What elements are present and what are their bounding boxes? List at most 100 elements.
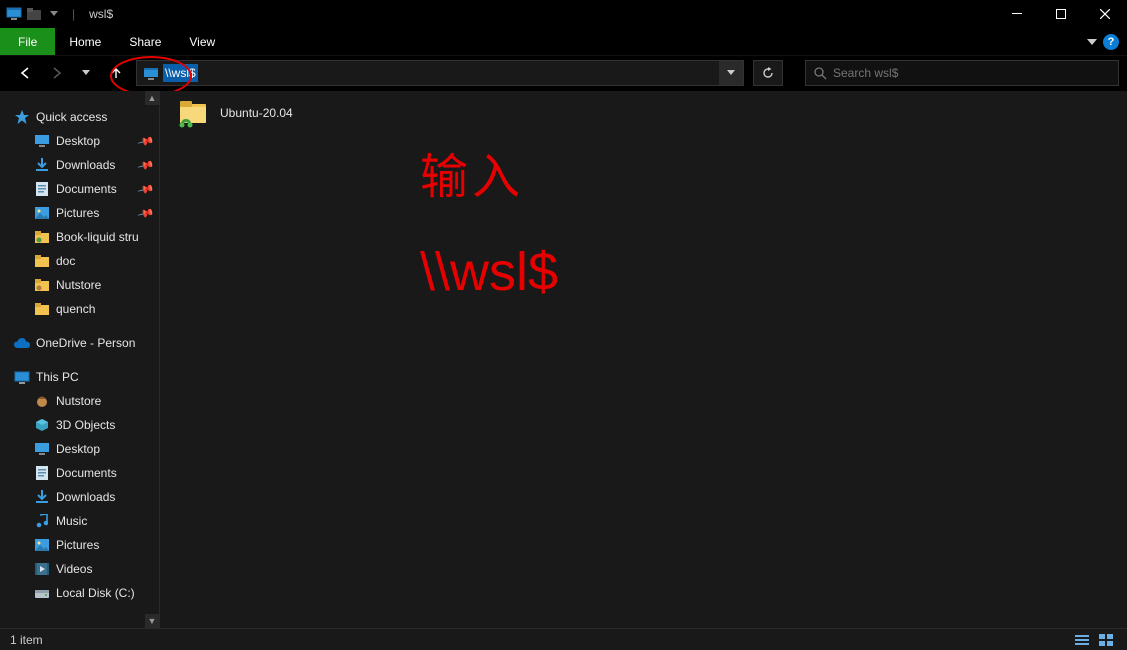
annotation-text-1: 输入	[420, 137, 524, 207]
sidebar-item[interactable]: 3D Objects	[0, 413, 159, 437]
address-input[interactable]	[165, 61, 719, 85]
qat-newfolder-icon[interactable]	[26, 6, 42, 22]
sidebar-item[interactable]: Local Disk (C:)	[0, 581, 159, 605]
sidebar-item-label: Book-liquid stru	[56, 230, 139, 244]
sidebar-item-label: Desktop	[56, 442, 100, 456]
view-details-button[interactable]	[1071, 631, 1093, 649]
close-button[interactable]	[1083, 0, 1127, 28]
tab-view[interactable]: View	[175, 28, 229, 55]
sidebar-item[interactable]: Book-liquid stru	[0, 225, 159, 249]
sidebar-item-label: This PC	[36, 370, 79, 384]
sidebar-item[interactable]: Downloads 📌	[0, 153, 159, 177]
sidebar-item[interactable]: Music	[0, 509, 159, 533]
videos-icon	[34, 561, 50, 577]
view-large-button[interactable]	[1095, 631, 1117, 649]
pin-icon: 📌	[137, 180, 155, 198]
sidebar-item[interactable]: Desktop 📌	[0, 129, 159, 153]
address-dropdown[interactable]	[719, 61, 743, 85]
sidebar-item-label: Quick access	[36, 110, 107, 124]
refresh-button[interactable]	[753, 60, 783, 86]
folder-nut-icon	[34, 277, 50, 293]
sidebar-item-label: Downloads	[56, 490, 115, 504]
sidebar-item-label: Pictures	[56, 538, 99, 552]
pin-icon: 📌	[137, 156, 155, 174]
sidebar-item-label: 3D Objects	[56, 418, 115, 432]
title-bar: | wsl$	[0, 0, 1127, 28]
sidebar-item[interactable]: Pictures	[0, 533, 159, 557]
app-icon	[6, 6, 22, 22]
address-bar[interactable]: \\wsl$	[136, 60, 744, 86]
sidebar-item-label: Downloads	[56, 158, 115, 172]
forward-button[interactable]	[46, 63, 66, 83]
sidebar-item-label: OneDrive - Person	[36, 336, 135, 350]
sidebar-item[interactable]: Nutstore	[0, 273, 159, 297]
sidebar-item[interactable]: doc	[0, 249, 159, 273]
sidebar-this-pc[interactable]: This PC	[0, 365, 159, 389]
sidebar-quick-access[interactable]: Quick access	[0, 105, 159, 129]
content-area[interactable]: Ubuntu-20.04 输入 \\wsl$	[160, 91, 1127, 628]
up-button[interactable]	[106, 63, 126, 83]
tab-home[interactable]: Home	[55, 28, 115, 55]
window-title: wsl$	[89, 7, 113, 21]
sidebar-item-label: Nutstore	[56, 394, 101, 408]
documents-icon	[34, 181, 50, 197]
desktop-icon	[34, 441, 50, 457]
sidebar-onedrive[interactable]: OneDrive - Person	[0, 331, 159, 355]
sidebar-item[interactable]: Downloads	[0, 485, 159, 509]
search-input[interactable]	[833, 66, 1110, 80]
search-box[interactable]	[805, 60, 1119, 86]
sidebar-item-label: Documents	[56, 182, 117, 196]
sidebar-item-label: Videos	[56, 562, 92, 576]
network-folder-icon	[178, 97, 210, 129]
qat-dropdown-icon[interactable]	[46, 6, 62, 22]
sidebar-item[interactable]: Desktop	[0, 437, 159, 461]
sidebar-item[interactable]: Documents 📌	[0, 177, 159, 201]
sidebar-item-label: quench	[56, 302, 95, 316]
folder-icon	[34, 301, 50, 317]
address-icon	[141, 64, 161, 82]
nav-row: \\wsl$	[0, 56, 1127, 90]
annotation-text-2: \\wsl$	[420, 241, 558, 303]
status-text: 1 item	[10, 633, 43, 647]
sidebar-item[interactable]: quench	[0, 297, 159, 321]
sidebar-scroll-up[interactable]: ▲	[145, 91, 159, 105]
cloud-icon	[14, 335, 30, 351]
sidebar-item-label: Pictures	[56, 206, 99, 220]
sidebar-item[interactable]: Documents	[0, 461, 159, 485]
pin-icon: 📌	[137, 204, 155, 222]
sidebar-item-label: Nutstore	[56, 278, 101, 292]
body: ▲ Quick access Desktop📌Downloads📌Documen…	[0, 90, 1127, 628]
status-bar: 1 item	[0, 628, 1127, 650]
sidebar-scroll-down[interactable]: ▼	[145, 614, 159, 628]
minimize-button[interactable]	[995, 0, 1039, 28]
desktop-icon	[34, 133, 50, 149]
sidebar-item-label: Documents	[56, 466, 117, 480]
folder-green-icon	[34, 229, 50, 245]
sidebar-item[interactable]: Pictures 📌	[0, 201, 159, 225]
list-item[interactable]: Ubuntu-20.04	[178, 95, 293, 131]
ribbon-collapse-icon[interactable]	[1087, 39, 1097, 45]
nav-pane: ▲ Quick access Desktop📌Downloads📌Documen…	[0, 91, 160, 628]
pictures-icon	[34, 537, 50, 553]
explorer-window: | wsl$ File Home Share View ? \\wsl$	[0, 0, 1127, 650]
back-button[interactable]	[16, 63, 36, 83]
sidebar-item-label: Desktop	[56, 134, 100, 148]
pin-icon: 📌	[137, 132, 155, 150]
tab-share[interactable]: Share	[115, 28, 175, 55]
nut-icon	[34, 393, 50, 409]
tab-file[interactable]: File	[0, 28, 55, 55]
music-icon	[34, 513, 50, 529]
maximize-button[interactable]	[1039, 0, 1083, 28]
item-label: Ubuntu-20.04	[220, 106, 293, 120]
ribbon-tabs: File Home Share View ?	[0, 28, 1127, 56]
downloads-icon	[34, 157, 50, 173]
recent-dropdown[interactable]	[76, 63, 96, 83]
folder-icon	[34, 253, 50, 269]
3d-icon	[34, 417, 50, 433]
documents-icon	[34, 465, 50, 481]
help-button[interactable]: ?	[1103, 34, 1119, 50]
sidebar-item-label: Music	[56, 514, 87, 528]
sidebar-item[interactable]: Videos	[0, 557, 159, 581]
sidebar-item-label: doc	[56, 254, 75, 268]
sidebar-item[interactable]: Nutstore	[0, 389, 159, 413]
